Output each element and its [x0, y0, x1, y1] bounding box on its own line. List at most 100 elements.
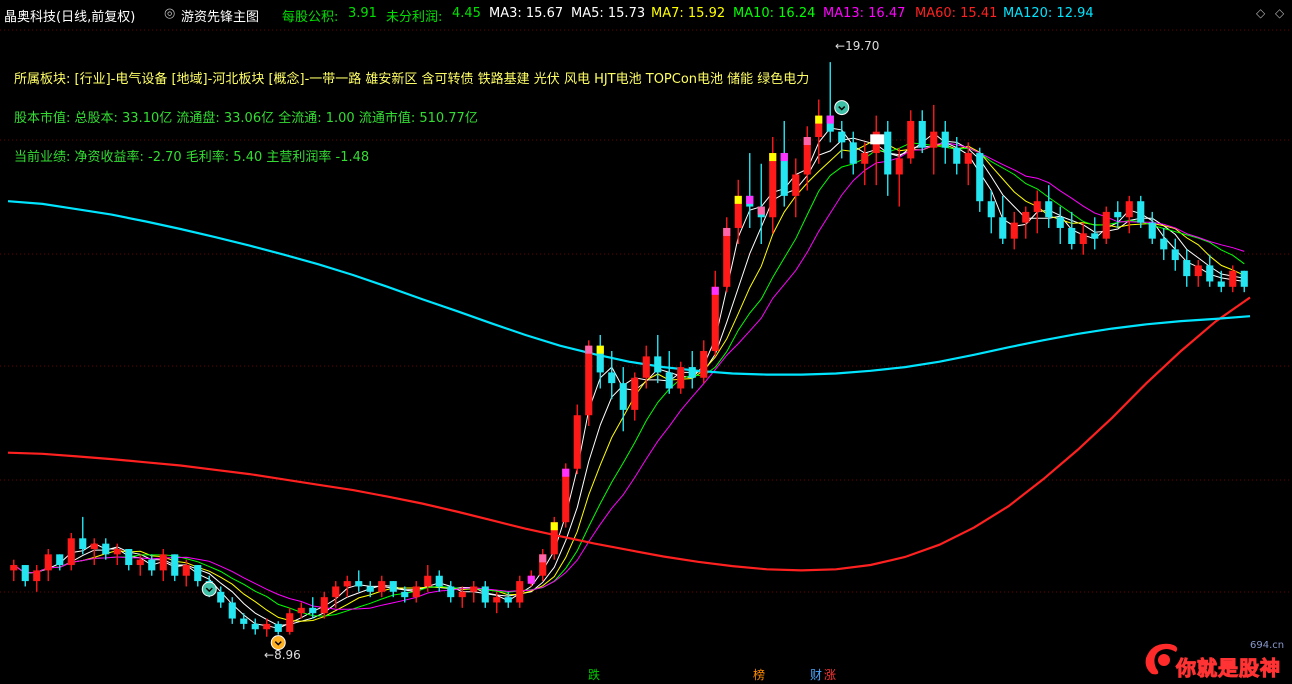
indicator-name[interactable]: 游资先锋主图: [181, 6, 259, 25]
candle-body: [251, 623, 259, 630]
candle-body: [332, 586, 340, 598]
candle: [286, 607, 294, 635]
candle-body: [608, 372, 616, 384]
candle-body: [274, 623, 282, 632]
candle-body: [573, 415, 581, 469]
candle: [861, 142, 869, 186]
expand-icon[interactable]: ◇: [1275, 6, 1284, 20]
signal-marker: [585, 345, 593, 354]
signal-marker: [527, 575, 535, 584]
signal-marker: [596, 345, 604, 354]
candle: [470, 581, 478, 603]
candle: [113, 543, 121, 566]
candle: [769, 137, 777, 234]
signal-marker: [746, 195, 754, 204]
candle-body: [56, 554, 64, 566]
candle: [688, 351, 696, 389]
candle: [596, 334, 604, 389]
candle: [44, 548, 52, 582]
dropdown-icon[interactable]: ◎: [164, 6, 175, 21]
candle: [332, 581, 340, 608]
signal-marker: [826, 115, 834, 124]
price-chart[interactable]: [0, 0, 1292, 684]
candle: [412, 581, 420, 603]
candle: [734, 179, 742, 245]
candle: [10, 559, 18, 582]
candle: [1183, 249, 1191, 287]
candle: [1022, 206, 1030, 239]
signal-marker: [815, 115, 823, 124]
candle: [1079, 222, 1087, 255]
candle: [159, 548, 167, 582]
candle-body: [90, 543, 98, 549]
candle-body: [769, 153, 777, 218]
tag-rise[interactable]: 涨: [822, 668, 838, 683]
candle: [435, 570, 443, 592]
candle-body: [1217, 281, 1225, 287]
candle: [194, 565, 202, 587]
candle-body: [148, 559, 156, 571]
candle: [918, 110, 926, 154]
capital-info: 股本市值: 总股本: 33.10亿 流通盘: 33.06亿 全流通: 1.00 …: [14, 111, 478, 126]
sell-signal-icon: [201, 581, 217, 597]
highlight-box: [870, 134, 885, 145]
candle: [1137, 195, 1145, 228]
candle-body: [1160, 238, 1168, 250]
tag-fall[interactable]: 跌: [586, 668, 602, 683]
candle-body: [1240, 270, 1248, 287]
sell-signal-icon: [834, 100, 850, 116]
candle-body: [435, 575, 443, 587]
performance-info: 当前业绩: 净资收益率: -2.70 毛利率: 5.40 主营利润率 -1.48: [14, 150, 370, 165]
candle-body: [953, 147, 961, 164]
candle: [366, 581, 374, 598]
candle-body: [723, 227, 731, 287]
candle-body: [136, 559, 144, 566]
candle: [1148, 211, 1156, 245]
watermark-text: 你就是股神: [1176, 656, 1281, 681]
candle-body: [1206, 265, 1214, 282]
candle-body: [1056, 217, 1064, 228]
signal-marker: [803, 137, 811, 146]
candle: [1240, 270, 1248, 293]
candle-body: [619, 383, 627, 410]
signal-marker: [723, 227, 731, 236]
candle-body: [1194, 265, 1202, 277]
candle-body: [1229, 270, 1237, 287]
low-price-marker: ←8.96: [264, 648, 301, 662]
candle-body: [447, 586, 455, 598]
ma-line-ma3: [13, 127, 1245, 629]
candle-body: [677, 367, 685, 389]
stock-title[interactable]: 晶奥科技(日线,前复权): [4, 6, 135, 25]
tag-list[interactable]: 榜: [751, 668, 767, 683]
candle: [976, 147, 984, 212]
candle-body: [1091, 233, 1099, 239]
moving-average-lines: [7, 127, 1251, 629]
candle: [1206, 254, 1214, 287]
eps-label: 每股公积:: [282, 10, 339, 25]
candle-body: [504, 597, 512, 603]
candle-body: [562, 468, 570, 523]
candle: [148, 554, 156, 576]
candle: [665, 351, 673, 394]
candle-body: [481, 586, 489, 603]
candle-body: [918, 120, 926, 148]
candle-body: [343, 581, 351, 587]
candle-body: [44, 554, 52, 571]
candle-body: [102, 543, 110, 555]
candle-body: [10, 565, 18, 571]
candle-body: [941, 131, 949, 148]
ma3-label: MA3: 15.67: [489, 6, 564, 21]
signal-marker: [757, 206, 765, 215]
candle-body: [113, 548, 121, 555]
candle: [677, 361, 685, 394]
candle-body: [263, 623, 271, 630]
candle: [102, 538, 110, 560]
candle: [251, 618, 259, 635]
candle-body: [366, 586, 374, 592]
candle-body: [907, 120, 915, 159]
candle-body: [964, 153, 972, 164]
signal-marker: [562, 468, 570, 477]
undist-value: 4.45: [452, 6, 481, 21]
settings-icon[interactable]: ◇: [1256, 6, 1265, 20]
candle: [355, 570, 363, 592]
